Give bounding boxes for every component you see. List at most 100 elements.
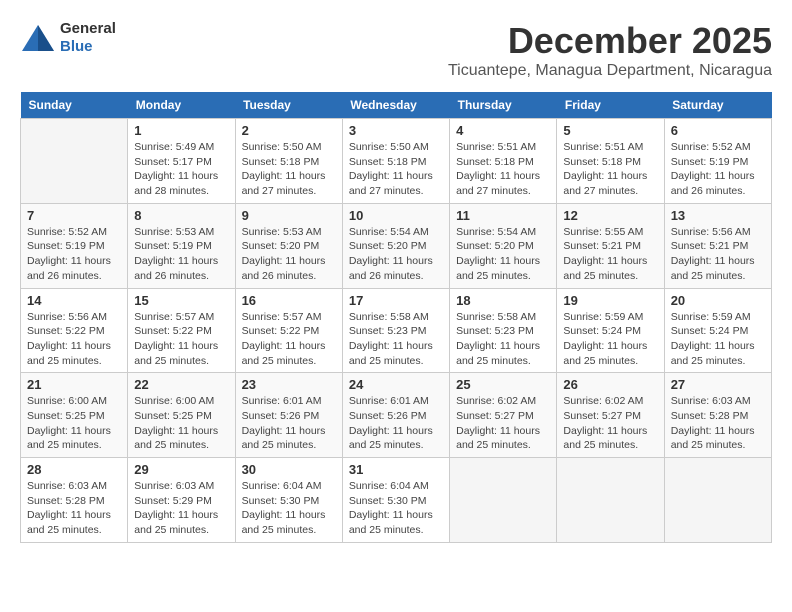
day-info: Sunrise: 5:51 AMSunset: 5:18 PMDaylight:… <box>563 140 657 199</box>
day-info: Sunrise: 5:55 AMSunset: 5:21 PMDaylight:… <box>563 225 657 284</box>
day-info: Sunrise: 5:52 AMSunset: 5:19 PMDaylight:… <box>27 225 121 284</box>
day-info: Sunrise: 5:59 AMSunset: 5:24 PMDaylight:… <box>671 310 765 369</box>
day-number: 8 <box>134 208 228 223</box>
calendar-day-cell: 15Sunrise: 5:57 AMSunset: 5:22 PMDayligh… <box>128 288 235 373</box>
day-info: Sunrise: 6:03 AMSunset: 5:28 PMDaylight:… <box>27 479 121 538</box>
calendar-day-cell: 22Sunrise: 6:00 AMSunset: 5:25 PMDayligh… <box>128 373 235 458</box>
day-info: Sunrise: 6:02 AMSunset: 5:27 PMDaylight:… <box>563 394 657 453</box>
calendar-day-cell: 30 Sunrise: 6:04 AMSunset: 5:30 PMDayligh… <box>235 458 342 543</box>
day-info: Sunrise: 6:01 AMSunset: 5:26 PMDaylight:… <box>242 394 336 453</box>
calendar-day-cell: 18 Sunrise: 5:58 AMSunset: 5:23 PMDayligh… <box>450 288 557 373</box>
calendar-day-cell: 17Sunrise: 5:58 AMSunset: 5:23 PMDayligh… <box>342 288 449 373</box>
day-number: 15 <box>134 293 228 308</box>
day-info: Sunrise: 5:50 AMSunset: 5:18 PMDaylight:… <box>349 140 443 199</box>
page-header: General Blue December 2025 Ticuantepe, M… <box>20 20 772 80</box>
day-info: Sunrise: 5:51 AMSunset: 5:18 PMDaylight:… <box>456 140 550 199</box>
calendar-day-cell: 26 Sunrise: 6:02 AMSunset: 5:27 PMDayligh… <box>557 373 664 458</box>
logo-blue: Blue <box>60 38 93 55</box>
calendar-day-cell <box>21 119 128 204</box>
weekday-header-cell: Tuesday <box>235 92 342 119</box>
calendar-day-cell <box>557 458 664 543</box>
calendar-day-cell: 4 Sunrise: 5:51 AMSunset: 5:18 PMDaylight… <box>450 119 557 204</box>
calendar-day-cell: 25 Sunrise: 6:02 AMSunset: 5:27 PMDayligh… <box>450 373 557 458</box>
calendar-week-row: 21 Sunrise: 6:00 AMSunset: 5:25 PMDayligh… <box>21 373 772 458</box>
calendar-day-cell: 23 Sunrise: 6:01 AMSunset: 5:26 PMDayligh… <box>235 373 342 458</box>
calendar-day-cell: 12 Sunrise: 5:55 AMSunset: 5:21 PMDayligh… <box>557 203 664 288</box>
day-info: Sunrise: 5:54 AMSunset: 5:20 PMDaylight:… <box>349 225 443 284</box>
logo-icon <box>20 23 56 53</box>
calendar-day-cell <box>664 458 771 543</box>
calendar-day-cell: 11Sunrise: 5:54 AMSunset: 5:20 PMDayligh… <box>450 203 557 288</box>
calendar-day-cell <box>450 458 557 543</box>
day-info: Sunrise: 6:03 AMSunset: 5:29 PMDaylight:… <box>134 479 228 538</box>
day-number: 21 <box>27 377 121 392</box>
calendar-day-cell: 28 Sunrise: 6:03 AMSunset: 5:28 PMDayligh… <box>21 458 128 543</box>
weekday-header-cell: Monday <box>128 92 235 119</box>
calendar-day-cell: 16 Sunrise: 5:57 AMSunset: 5:22 PMDayligh… <box>235 288 342 373</box>
calendar-week-row: 14 Sunrise: 5:56 AMSunset: 5:22 PMDayligh… <box>21 288 772 373</box>
weekday-header-cell: Thursday <box>450 92 557 119</box>
day-number: 26 <box>563 377 657 392</box>
calendar-day-cell: 3 Sunrise: 5:50 AMSunset: 5:18 PMDaylight… <box>342 119 449 204</box>
day-info: Sunrise: 6:02 AMSunset: 5:27 PMDaylight:… <box>456 394 550 453</box>
day-info: Sunrise: 5:53 AMSunset: 5:20 PMDaylight:… <box>242 225 336 284</box>
calendar-week-row: 28 Sunrise: 6:03 AMSunset: 5:28 PMDayligh… <box>21 458 772 543</box>
day-number: 1 <box>134 123 228 138</box>
calendar-day-cell: 7 Sunrise: 5:52 AMSunset: 5:19 PMDaylight… <box>21 203 128 288</box>
calendar-day-cell: 29 Sunrise: 6:03 AMSunset: 5:29 PMDayligh… <box>128 458 235 543</box>
day-number: 16 <box>242 293 336 308</box>
day-info: Sunrise: 5:56 AMSunset: 5:21 PMDaylight:… <box>671 225 765 284</box>
day-info: Sunrise: 6:04 AMSunset: 5:30 PMDaylight:… <box>349 479 443 538</box>
header-right: December 2025 Ticuantepe, Managua Depart… <box>448 20 772 80</box>
calendar-table: SundayMondayTuesdayWednesdayThursdayFrid… <box>20 92 772 543</box>
calendar-day-cell: 21 Sunrise: 6:00 AMSunset: 5:25 PMDayligh… <box>21 373 128 458</box>
day-number: 31 <box>349 462 443 477</box>
day-info: Sunrise: 5:59 AMSunset: 5:24 PMDaylight:… <box>563 310 657 369</box>
weekday-header-cell: Sunday <box>21 92 128 119</box>
day-number: 6 <box>671 123 765 138</box>
logo: General Blue <box>20 20 116 56</box>
day-info: Sunrise: 6:00 AMSunset: 5:25 PMDaylight:… <box>27 394 121 453</box>
day-number: 25 <box>456 377 550 392</box>
calendar-day-cell: 31 Sunrise: 6:04 AMSunset: 5:30 PMDayligh… <box>342 458 449 543</box>
day-number: 14 <box>27 293 121 308</box>
day-number: 29 <box>134 462 228 477</box>
day-info: Sunrise: 6:04 AMSunset: 5:30 PMDaylight:… <box>242 479 336 538</box>
day-number: 30 <box>242 462 336 477</box>
calendar-day-cell: 10Sunrise: 5:54 AMSunset: 5:20 PMDayligh… <box>342 203 449 288</box>
location-title: Ticuantepe, Managua Department, Nicaragu… <box>448 62 772 80</box>
day-info: Sunrise: 6:00 AMSunset: 5:25 PMDaylight:… <box>134 394 228 453</box>
calendar-day-cell: 8 Sunrise: 5:53 AMSunset: 5:19 PMDaylight… <box>128 203 235 288</box>
calendar-day-cell: 27Sunrise: 6:03 AMSunset: 5:28 PMDayligh… <box>664 373 771 458</box>
calendar-body: 1 Sunrise: 5:49 AMSunset: 5:17 PMDaylight… <box>21 119 772 543</box>
calendar-day-cell: 2Sunrise: 5:50 AMSunset: 5:18 PMDaylight… <box>235 119 342 204</box>
day-number: 7 <box>27 208 121 223</box>
calendar-day-cell: 14 Sunrise: 5:56 AMSunset: 5:22 PMDayligh… <box>21 288 128 373</box>
calendar-day-cell: 13Sunrise: 5:56 AMSunset: 5:21 PMDayligh… <box>664 203 771 288</box>
calendar-day-cell: 1 Sunrise: 5:49 AMSunset: 5:17 PMDaylight… <box>128 119 235 204</box>
day-info: Sunrise: 6:03 AMSunset: 5:28 PMDaylight:… <box>671 394 765 453</box>
day-number: 23 <box>242 377 336 392</box>
day-info: Sunrise: 5:57 AMSunset: 5:22 PMDaylight:… <box>242 310 336 369</box>
day-info: Sunrise: 5:54 AMSunset: 5:20 PMDaylight:… <box>456 225 550 284</box>
day-number: 9 <box>242 208 336 223</box>
weekday-header-cell: Friday <box>557 92 664 119</box>
calendar-day-cell: 20Sunrise: 5:59 AMSunset: 5:24 PMDayligh… <box>664 288 771 373</box>
month-title: December 2025 <box>448 20 772 62</box>
day-info: Sunrise: 5:58 AMSunset: 5:23 PMDaylight:… <box>456 310 550 369</box>
day-number: 3 <box>349 123 443 138</box>
calendar-day-cell: 24Sunrise: 6:01 AMSunset: 5:26 PMDayligh… <box>342 373 449 458</box>
day-info: Sunrise: 5:56 AMSunset: 5:22 PMDaylight:… <box>27 310 121 369</box>
day-number: 5 <box>563 123 657 138</box>
day-number: 4 <box>456 123 550 138</box>
day-number: 28 <box>27 462 121 477</box>
day-info: Sunrise: 5:49 AMSunset: 5:17 PMDaylight:… <box>134 140 228 199</box>
day-info: Sunrise: 6:01 AMSunset: 5:26 PMDaylight:… <box>349 394 443 453</box>
weekday-header-cell: Saturday <box>664 92 771 119</box>
day-number: 12 <box>563 208 657 223</box>
weekday-header-cell: Wednesday <box>342 92 449 119</box>
day-info: Sunrise: 5:53 AMSunset: 5:19 PMDaylight:… <box>134 225 228 284</box>
logo-general: General <box>60 20 116 37</box>
weekday-header-row: SundayMondayTuesdayWednesdayThursdayFrid… <box>21 92 772 119</box>
day-number: 18 <box>456 293 550 308</box>
